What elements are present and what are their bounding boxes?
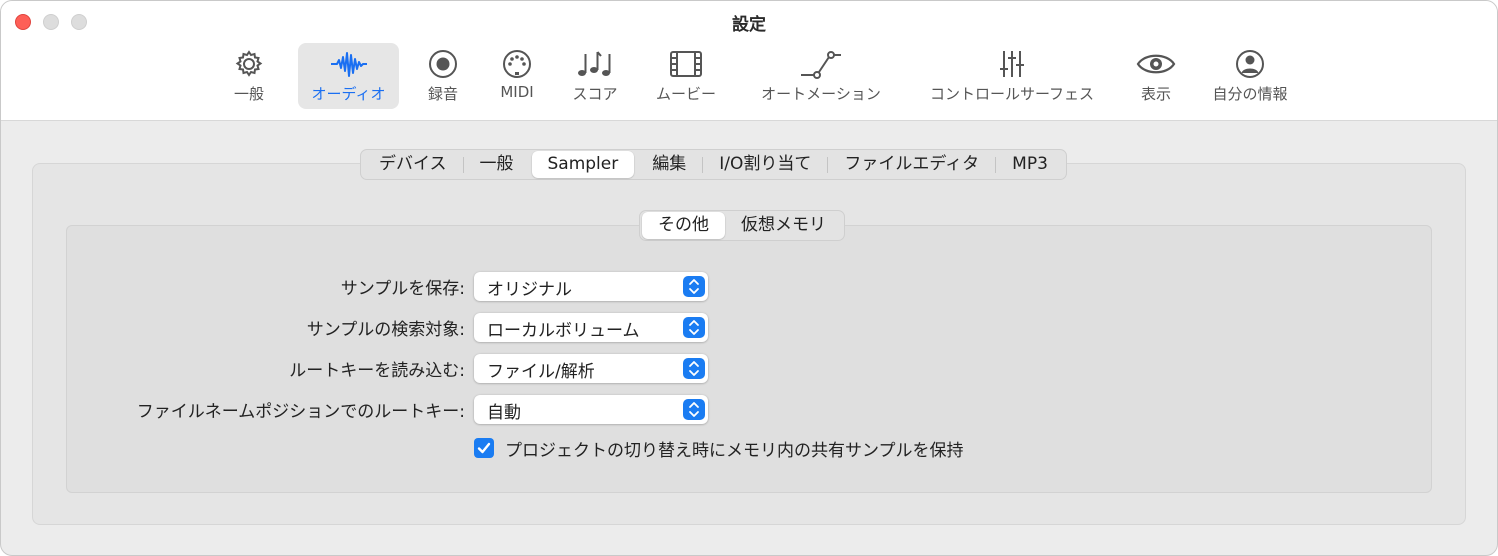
- toolbar-item-view[interactable]: 表示: [1131, 43, 1181, 109]
- toolbar-item-control-surfaces[interactable]: コントロールサーフェス: [922, 43, 1102, 109]
- chevron-updown-icon: [683, 358, 705, 379]
- toolbar-item-label: 一般: [233, 85, 264, 103]
- midi-connector-icon: [503, 50, 531, 78]
- toolbar-item-label: スコア: [572, 85, 618, 103]
- tab-general[interactable]: 一般: [464, 151, 530, 178]
- popup-value: オリジナル: [487, 280, 572, 300]
- read-root-key-popup[interactable]: ファイル/解析: [474, 354, 708, 383]
- tab-file-editor[interactable]: ファイルエディタ: [828, 151, 995, 178]
- chevron-updown-icon: [683, 399, 705, 420]
- toolbar-item-automation[interactable]: オートメーション: [755, 43, 887, 109]
- eye-icon: [1136, 54, 1176, 74]
- sliders-icon: [1000, 51, 1024, 77]
- toolbar-item-label: ムービー: [655, 85, 716, 103]
- toolbar-item-midi[interactable]: MIDI: [492, 43, 542, 109]
- toolbar-item-label: MIDI: [500, 83, 534, 101]
- chevron-updown-icon: [683, 276, 705, 297]
- subtab-other[interactable]: その他: [642, 212, 725, 239]
- toolbar-item-label: コントロールサーフェス: [929, 85, 1095, 103]
- person-icon: [1236, 50, 1264, 78]
- film-icon: [670, 51, 702, 77]
- root-key-filename-position-popup[interactable]: 自動: [474, 395, 708, 424]
- toolbar-item-movie[interactable]: ムービー: [651, 43, 721, 109]
- toolbar-item-audio[interactable]: オーディオ: [298, 43, 399, 109]
- tab-edit[interactable]: 編集: [636, 151, 702, 178]
- main-tab-bar: デバイス 一般 Sampler 編集 I/O割り当て ファイルエディタ MP3: [360, 149, 1067, 180]
- music-notes-icon: [578, 51, 611, 76]
- tab-sampler[interactable]: Sampler: [531, 151, 635, 178]
- checkmark-icon: [477, 442, 491, 454]
- toolbar-item-label: 自分の情報: [1212, 85, 1288, 103]
- toolbar-item-score[interactable]: スコア: [567, 43, 623, 109]
- keep-shared-samples-checkbox[interactable]: [474, 438, 494, 458]
- record-icon: [429, 50, 457, 78]
- toolbar-item-general[interactable]: 一般: [224, 43, 274, 109]
- settings-window: 設定 一般 オーディオ 録音 MIDI スコア ムービー オートメーション コン…: [0, 0, 1498, 556]
- automation-curve-icon: [801, 51, 841, 79]
- tab-devices[interactable]: デバイス: [363, 151, 463, 178]
- toolbar-item-label: オートメーション: [761, 85, 881, 103]
- tab-io-assignments[interactable]: I/O割り当て: [703, 151, 827, 178]
- waveform-icon: [330, 52, 367, 77]
- toolbar-item-my-info[interactable]: 自分の情報: [1207, 43, 1293, 109]
- search-samples-label: サンプルの検索対象:: [306, 320, 465, 340]
- sub-tab-bar: その他 仮想メモリ: [639, 210, 845, 241]
- toolbar-item-label: オーディオ: [311, 85, 386, 103]
- root-key-filename-position-label: ファイルネームポジションでのルートキー:: [136, 402, 465, 422]
- keep-shared-samples-label[interactable]: プロジェクトの切り替え時にメモリ内の共有サンプルを保持: [505, 436, 964, 461]
- popup-value: ファイル/解析: [487, 362, 595, 382]
- window-title: 設定: [732, 15, 766, 35]
- popup-value: 自動: [487, 403, 521, 423]
- subtab-virtual-memory[interactable]: 仮想メモリ: [725, 212, 842, 239]
- toolbar-item-label: 録音: [427, 85, 458, 103]
- toolbar-item-label: 表示: [1140, 85, 1171, 103]
- toolbar: 設定 一般 オーディオ 録音 MIDI スコア ムービー オートメーション コン…: [1, 1, 1497, 121]
- read-root-key-label: ルートキーを読み込む:: [289, 361, 465, 381]
- toolbar-item-record[interactable]: 録音: [418, 43, 468, 109]
- gear-icon: [235, 50, 263, 77]
- search-samples-popup[interactable]: ローカルボリューム: [474, 313, 708, 342]
- chevron-updown-icon: [683, 317, 705, 338]
- save-samples-popup[interactable]: オリジナル: [474, 272, 708, 301]
- save-samples-label: サンプルを保存:: [340, 279, 465, 299]
- tab-mp3[interactable]: MP3: [996, 151, 1064, 178]
- popup-value: ローカルボリューム: [487, 321, 640, 341]
